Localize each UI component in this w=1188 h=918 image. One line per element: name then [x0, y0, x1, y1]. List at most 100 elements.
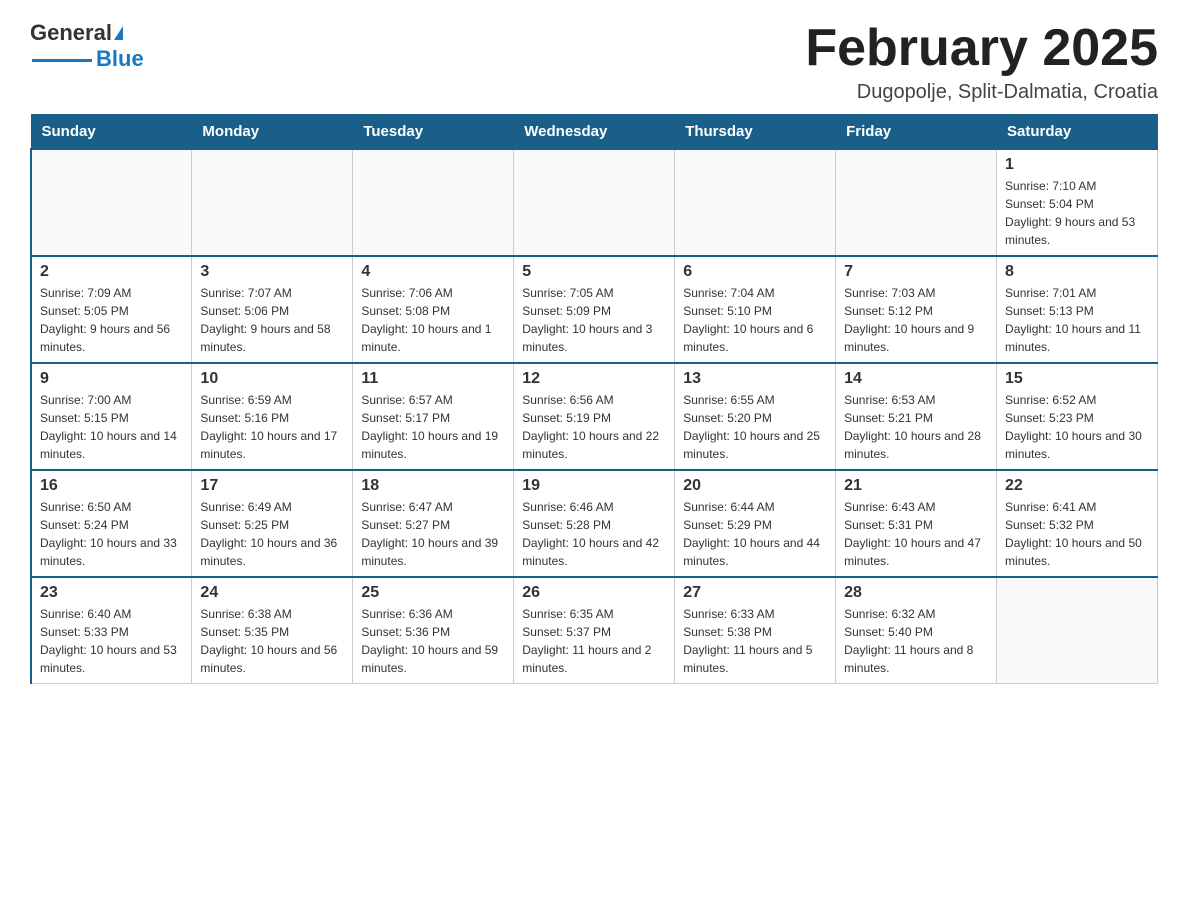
calendar-week-row: 9 Sunrise: 7:00 AMSunset: 5:15 PMDaylight…: [31, 363, 1158, 470]
calendar-cell: 16Sunrise: 6:50 AMSunset: 5:24 PMDayligh…: [31, 470, 192, 577]
day-info: Sunrise: 6:56 AMSunset: 5:19 PMDaylight:…: [522, 391, 666, 463]
logo-general-text: General: [30, 20, 112, 46]
day-number: 5: [522, 263, 666, 281]
day-info: Sunrise: 6:44 AMSunset: 5:29 PMDaylight:…: [683, 498, 827, 570]
calendar-cell: 26 Sunrise: 6:35 AMSunset: 5:37 PMDayligh…: [514, 577, 675, 684]
day-number: 20: [683, 477, 827, 495]
calendar-cell: 7Sunrise: 7:03 AMSunset: 5:12 PMDaylight…: [836, 256, 997, 363]
day-number: 12: [522, 370, 666, 388]
calendar-cell: [997, 577, 1158, 684]
day-number: 27: [683, 584, 827, 602]
calendar-day-header: Sunday: [31, 115, 192, 150]
calendar-day-header: Saturday: [997, 115, 1158, 150]
day-number: 6: [683, 263, 827, 281]
day-info: Sunrise: 7:00 AMSunset: 5:15 PMDaylight:…: [40, 391, 183, 463]
calendar-cell: 25 Sunrise: 6:36 AMSunset: 5:36 PMDayligh…: [353, 577, 514, 684]
calendar-table: SundayMondayTuesdayWednesdayThursdayFrid…: [30, 114, 1158, 684]
day-number: 26: [522, 584, 666, 602]
calendar-cell: [836, 149, 997, 256]
day-number: 25: [361, 584, 505, 602]
calendar-cell: 24 Sunrise: 6:38 AMSunset: 5:35 PMDayligh…: [192, 577, 353, 684]
day-number: 10: [200, 370, 344, 388]
title-block: February 2025 Dugopolje, Split-Dalmatia,…: [805, 20, 1158, 104]
calendar-cell: 10 Sunrise: 6:59 AMSunset: 5:16 PMDayligh…: [192, 363, 353, 470]
day-number: 17: [200, 477, 344, 495]
day-number: 22: [1005, 477, 1149, 495]
calendar-week-row: 23Sunrise: 6:40 AMSunset: 5:33 PMDayligh…: [31, 577, 1158, 684]
day-info: Sunrise: 7:09 AMSunset: 5:05 PMDaylight:…: [40, 284, 183, 356]
calendar-cell: 13 Sunrise: 6:55 AMSunset: 5:20 PMDayligh…: [675, 363, 836, 470]
day-info: Sunrise: 6:52 AMSunset: 5:23 PMDaylight:…: [1005, 391, 1149, 463]
day-number: 28: [844, 584, 988, 602]
day-info: Sunrise: 6:38 AMSunset: 5:35 PMDaylight:…: [200, 605, 344, 677]
day-info: Sunrise: 7:04 AMSunset: 5:10 PMDaylight:…: [683, 284, 827, 356]
day-info: Sunrise: 6:59 AMSunset: 5:16 PMDaylight:…: [200, 391, 344, 463]
calendar-cell: 1 Sunrise: 7:10 AMSunset: 5:04 PMDaylight…: [997, 149, 1158, 256]
calendar-cell: 21 Sunrise: 6:43 AMSunset: 5:31 PMDayligh…: [836, 470, 997, 577]
calendar-day-header: Thursday: [675, 115, 836, 150]
calendar-cell: [675, 149, 836, 256]
day-info: Sunrise: 7:05 AMSunset: 5:09 PMDaylight:…: [522, 284, 666, 356]
day-number: 1: [1005, 156, 1149, 174]
day-number: 14: [844, 370, 988, 388]
calendar-day-header: Monday: [192, 115, 353, 150]
calendar-cell: 18Sunrise: 6:47 AMSunset: 5:27 PMDayligh…: [353, 470, 514, 577]
day-info: Sunrise: 6:57 AMSunset: 5:17 PMDaylight:…: [361, 391, 505, 463]
page-header: General Blue February 2025 Dugopolje, Sp…: [30, 20, 1158, 104]
day-number: 13: [683, 370, 827, 388]
day-info: Sunrise: 6:55 AMSunset: 5:20 PMDaylight:…: [683, 391, 827, 463]
day-info: Sunrise: 7:01 AMSunset: 5:13 PMDaylight:…: [1005, 284, 1149, 356]
day-info: Sunrise: 6:33 AMSunset: 5:38 PMDaylight:…: [683, 605, 827, 677]
calendar-day-header: Wednesday: [514, 115, 675, 150]
day-number: 15: [1005, 370, 1149, 388]
day-info: Sunrise: 6:41 AMSunset: 5:32 PMDaylight:…: [1005, 498, 1149, 570]
day-info: Sunrise: 7:03 AMSunset: 5:12 PMDaylight:…: [844, 284, 988, 356]
calendar-cell: 19 Sunrise: 6:46 AMSunset: 5:28 PMDayligh…: [514, 470, 675, 577]
calendar-cell: [31, 149, 192, 256]
day-number: 3: [200, 263, 344, 281]
logo-triangle-icon: [114, 26, 123, 40]
calendar-cell: [353, 149, 514, 256]
calendar-cell: 8 Sunrise: 7:01 AMSunset: 5:13 PMDaylight…: [997, 256, 1158, 363]
day-info: Sunrise: 6:50 AMSunset: 5:24 PMDaylight:…: [40, 498, 183, 570]
calendar-week-row: 2 Sunrise: 7:09 AMSunset: 5:05 PMDaylight…: [31, 256, 1158, 363]
day-number: 18: [361, 477, 505, 495]
day-number: 2: [40, 263, 183, 281]
calendar-cell: 3 Sunrise: 7:07 AMSunset: 5:06 PMDaylight…: [192, 256, 353, 363]
calendar-cell: 22 Sunrise: 6:41 AMSunset: 5:32 PMDayligh…: [997, 470, 1158, 577]
calendar-cell: [192, 149, 353, 256]
day-info: Sunrise: 6:36 AMSunset: 5:36 PMDaylight:…: [361, 605, 505, 677]
location-text: Dugopolje, Split-Dalmatia, Croatia: [805, 81, 1158, 104]
day-number: 21: [844, 477, 988, 495]
day-info: Sunrise: 7:06 AMSunset: 5:08 PMDaylight:…: [361, 284, 505, 356]
day-number: 8: [1005, 263, 1149, 281]
calendar-week-row: 1 Sunrise: 7:10 AMSunset: 5:04 PMDaylight…: [31, 149, 1158, 256]
day-info: Sunrise: 7:10 AMSunset: 5:04 PMDaylight:…: [1005, 177, 1149, 249]
day-number: 11: [361, 370, 505, 388]
day-info: Sunrise: 6:43 AMSunset: 5:31 PMDaylight:…: [844, 498, 988, 570]
calendar-day-header: Friday: [836, 115, 997, 150]
day-number: 4: [361, 263, 505, 281]
day-info: Sunrise: 6:49 AMSunset: 5:25 PMDaylight:…: [200, 498, 344, 570]
month-title: February 2025: [805, 20, 1158, 77]
calendar-cell: 4 Sunrise: 7:06 AMSunset: 5:08 PMDaylight…: [353, 256, 514, 363]
day-number: 24: [200, 584, 344, 602]
day-number: 9: [40, 370, 183, 388]
calendar-cell: 6 Sunrise: 7:04 AMSunset: 5:10 PMDaylight…: [675, 256, 836, 363]
day-info: Sunrise: 6:35 AMSunset: 5:37 PMDaylight:…: [522, 605, 666, 677]
day-info: Sunrise: 6:40 AMSunset: 5:33 PMDaylight:…: [40, 605, 183, 677]
day-number: 19: [522, 477, 666, 495]
calendar-week-row: 16Sunrise: 6:50 AMSunset: 5:24 PMDayligh…: [31, 470, 1158, 577]
calendar-cell: 23Sunrise: 6:40 AMSunset: 5:33 PMDayligh…: [31, 577, 192, 684]
day-info: Sunrise: 7:07 AMSunset: 5:06 PMDaylight:…: [200, 284, 344, 356]
calendar-cell: 14Sunrise: 6:53 AMSunset: 5:21 PMDayligh…: [836, 363, 997, 470]
calendar-cell: 17 Sunrise: 6:49 AMSunset: 5:25 PMDayligh…: [192, 470, 353, 577]
calendar-cell: 5 Sunrise: 7:05 AMSunset: 5:09 PMDaylight…: [514, 256, 675, 363]
calendar-cell: [514, 149, 675, 256]
logo-line: [32, 59, 92, 62]
calendar-cell: 15 Sunrise: 6:52 AMSunset: 5:23 PMDayligh…: [997, 363, 1158, 470]
day-info: Sunrise: 6:32 AMSunset: 5:40 PMDaylight:…: [844, 605, 988, 677]
day-info: Sunrise: 6:46 AMSunset: 5:28 PMDaylight:…: [522, 498, 666, 570]
logo: General Blue: [30, 20, 144, 72]
calendar-cell: 28 Sunrise: 6:32 AMSunset: 5:40 PMDayligh…: [836, 577, 997, 684]
